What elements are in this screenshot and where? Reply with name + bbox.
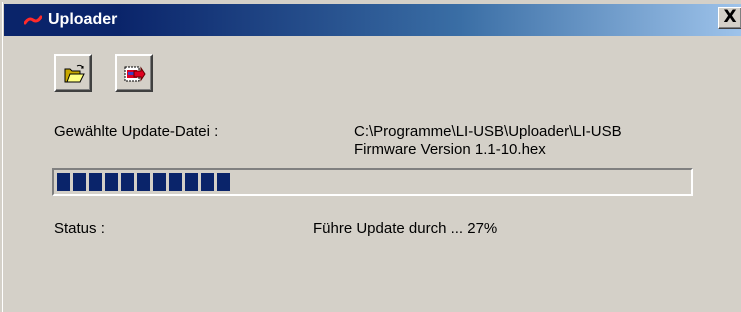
upload-firmware-button[interactable] [115,54,153,92]
firmware-upload-icon [124,66,146,82]
open-file-button[interactable] [54,54,92,92]
window-title: Uploader [48,11,118,28]
progress-segment [153,173,166,191]
app-icon [24,15,42,25]
progress-fill [57,173,233,191]
progress-bar [52,168,693,196]
progress-segment [137,173,150,191]
file-path-line1: C:\Programme\LI-USB\Uploader\LI-USB [354,123,622,140]
folder-open-icon [64,64,85,83]
progress-segment [217,173,230,191]
file-label: Gewählte Update-Datei : [54,123,219,140]
progress-segment [121,173,134,191]
close-button[interactable]: X [718,7,741,29]
progress-segment [201,173,214,191]
progress-segment [73,173,86,191]
progress-segment [89,173,102,191]
status-label: Status : [54,220,105,237]
status-text: Führe Update durch ... 27% [313,220,498,237]
file-path-line2: Firmware Version 1.1-10.hex [354,141,546,158]
progress-segment [185,173,198,191]
progress-segment [169,173,182,191]
progress-segment [105,173,118,191]
progress-segment [57,173,70,191]
uploader-window: Uploader X Gewählte Update-Datei : C:\Pr… [0,0,741,312]
title-bar[interactable]: Uploader [4,4,741,36]
